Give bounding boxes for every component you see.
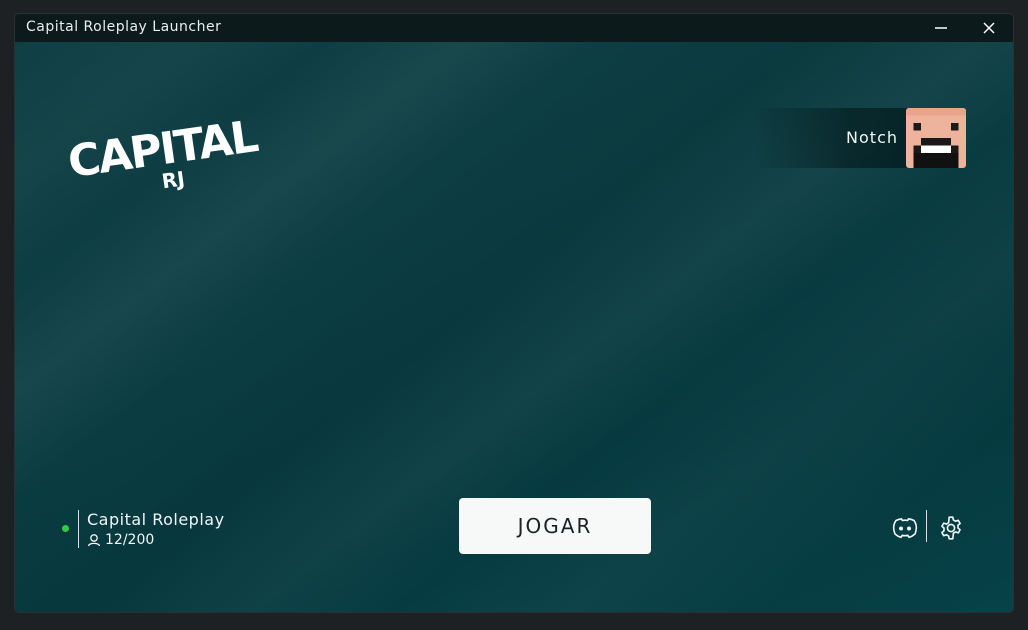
server-name: Capital Roleplay <box>87 510 225 529</box>
divider <box>78 510 79 548</box>
play-button[interactable]: JOGAR <box>459 498 651 554</box>
user-icon <box>87 534 101 547</box>
capital-rj-logo: CAPITAL RJ <box>65 111 261 193</box>
online-status-dot <box>62 525 69 532</box>
launcher-window: Capital Roleplay Launcher CAPITAL RJ Not… <box>15 14 1013 612</box>
close-icon <box>983 22 995 34</box>
settings-button[interactable] <box>934 512 968 544</box>
player-head-avatar-icon <box>906 108 966 168</box>
player-count-text: 12/200 <box>105 532 155 548</box>
logo-text-sub: RJ <box>160 166 186 193</box>
player-avatar <box>906 108 966 168</box>
discord-button[interactable] <box>888 512 922 544</box>
minimize-icon <box>935 27 947 29</box>
player-count: 12/200 <box>87 532 154 548</box>
icon-divider <box>926 510 927 542</box>
gear-icon <box>941 516 961 540</box>
user-profile[interactable]: Notch <box>753 108 966 168</box>
close-button[interactable] <box>966 14 1012 42</box>
discord-icon <box>892 518 918 539</box>
launcher-content: CAPITAL RJ Notch Capital Roleplay 12/200… <box>15 42 1013 612</box>
window-title: Capital Roleplay Launcher <box>26 19 222 35</box>
minimize-button[interactable] <box>918 14 964 42</box>
username: Notch <box>846 128 898 147</box>
title-bar[interactable]: Capital Roleplay Launcher <box>15 14 1013 42</box>
